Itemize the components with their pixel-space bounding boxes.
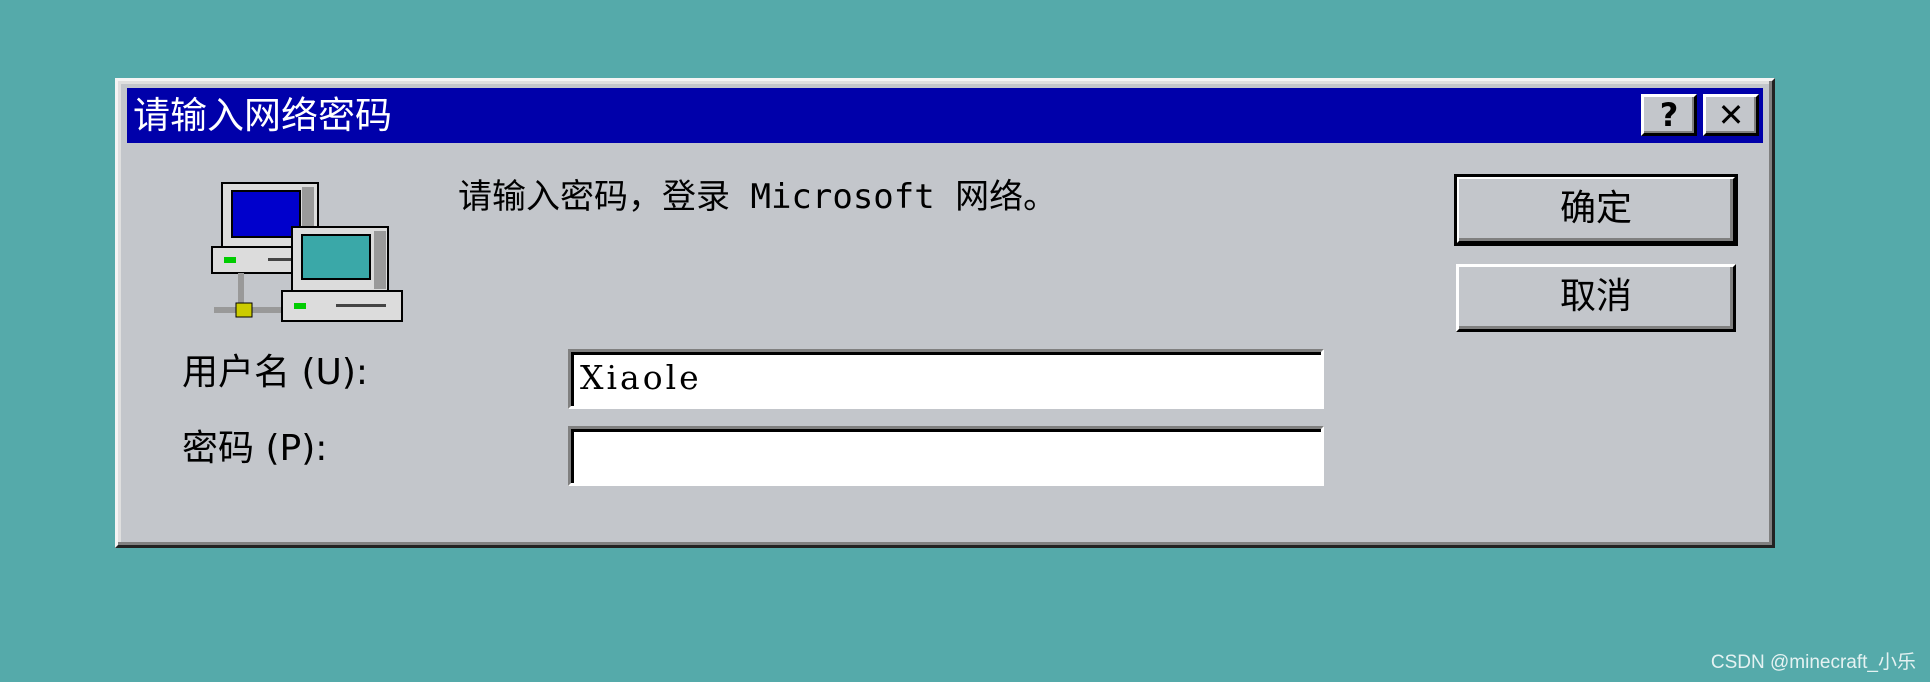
username-field[interactable]: Xiaole [568, 349, 1324, 409]
prompt-message: 请输入密码，登录 Microsoft 网络。 [458, 177, 1058, 217]
ok-button[interactable]: 确定 [1454, 174, 1738, 246]
dialog-title: 请输入网络密码 [133, 94, 392, 137]
watermark: CSDN @minecraft_小乐 [1710, 652, 1916, 673]
cancel-button[interactable]: 取消 [1456, 264, 1736, 332]
title-bar[interactable]: 请输入网络密码 ? ✕ [127, 88, 1763, 143]
username-label: 用户名 (U): [182, 352, 369, 393]
network-computers-icon [211, 182, 403, 322]
close-button[interactable]: ✕ [1703, 94, 1759, 136]
password-field[interactable] [568, 426, 1324, 486]
network-password-dialog: 请输入网络密码 ? ✕ 请输入密码，登录 Microsoft 网络。 确定 取消… [115, 78, 1775, 548]
help-button[interactable]: ? [1641, 94, 1697, 136]
password-label: 密码 (P): [182, 428, 328, 469]
